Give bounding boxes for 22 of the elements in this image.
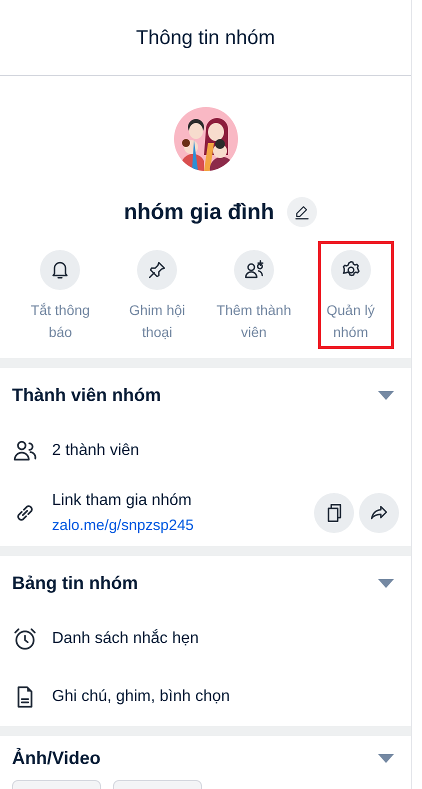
action-button[interactable]: Tắt thông báo — [12, 241, 109, 349]
action-button[interactable]: Thêm thành viên — [206, 241, 302, 349]
section-title: Bảng tin nhóm — [12, 572, 138, 595]
caret-down-icon — [378, 390, 394, 400]
add-person-icon — [242, 259, 265, 281]
group-link[interactable]: zalo.me/g/snpzsp245 — [52, 514, 314, 538]
caret-down-icon — [378, 754, 394, 762]
panel-title: Thông tin nhóm — [136, 26, 275, 50]
alarm-clock-icon — [12, 626, 38, 652]
group-name: nhóm gia đình — [124, 198, 274, 226]
section-title: Thành viên nhóm — [12, 384, 162, 406]
action-button[interactable]: Ghim hội thoại — [108, 241, 206, 349]
row-label: Link tham gia nhóm — [52, 490, 193, 511]
caret-down-icon — [378, 578, 394, 588]
row-label: Ghi chú, ghim, bình chọn — [52, 687, 231, 707]
section-title: Ảnh/Video — [12, 746, 101, 770]
row-label: 2 thành viên — [52, 441, 140, 461]
row-label: Danh sách nhắc hẹn — [52, 628, 200, 649]
share-link-button[interactable] — [359, 493, 399, 533]
action-button[interactable]: Quản lý nhóm — [302, 241, 399, 349]
copy-link-button[interactable] — [314, 493, 354, 533]
edit-name-button[interactable] — [287, 196, 318, 226]
